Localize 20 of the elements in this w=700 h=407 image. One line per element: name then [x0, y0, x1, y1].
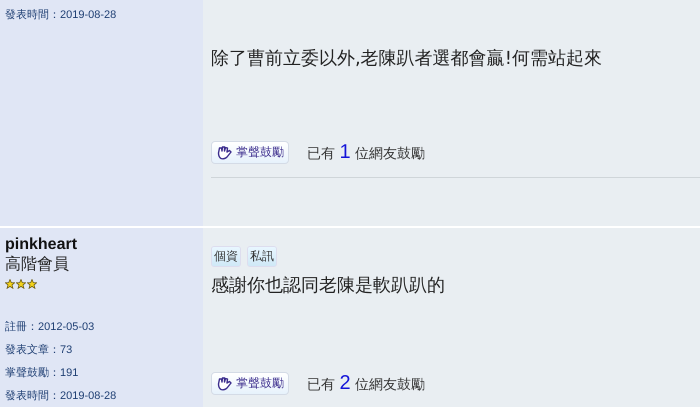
applause-count-text: 已有 1 位網友鼓勵 — [307, 141, 426, 164]
star-icon — [27, 279, 37, 289]
member-rank: 高階會員 — [5, 254, 70, 274]
author-stat: 發表文章：73 — [5, 342, 74, 358]
profile-action-button[interactable]: 個資 — [211, 246, 241, 267]
post-content: 感謝你也認同老陳是軟趴趴的 — [211, 274, 446, 298]
author-stat: 發表時間：2019-08-28 — [5, 8, 118, 23]
hand-icon — [216, 146, 233, 160]
post-content: 除了曹前立委以外,老陳趴者選都會贏!何需站起來 — [211, 47, 603, 71]
applause-count-text: 已有 2 位網友鼓勵 — [307, 372, 426, 395]
author-stat: 掌聲鼓勵：191 — [5, 366, 80, 381]
star-icon — [16, 279, 26, 289]
hand-icon — [216, 376, 233, 390]
applause-button[interactable]: 掌聲鼓勵 — [211, 372, 289, 395]
author-stat: 註冊：2012-05-03 — [5, 320, 96, 335]
username[interactable]: pinkheart — [5, 235, 203, 254]
star-icon — [5, 279, 15, 289]
profile-action-button[interactable]: 私訊 — [247, 246, 277, 267]
author-stat: 發表時間：2019-08-28 — [5, 389, 118, 404]
applause-button[interactable]: 掌聲鼓勵 — [211, 141, 289, 164]
